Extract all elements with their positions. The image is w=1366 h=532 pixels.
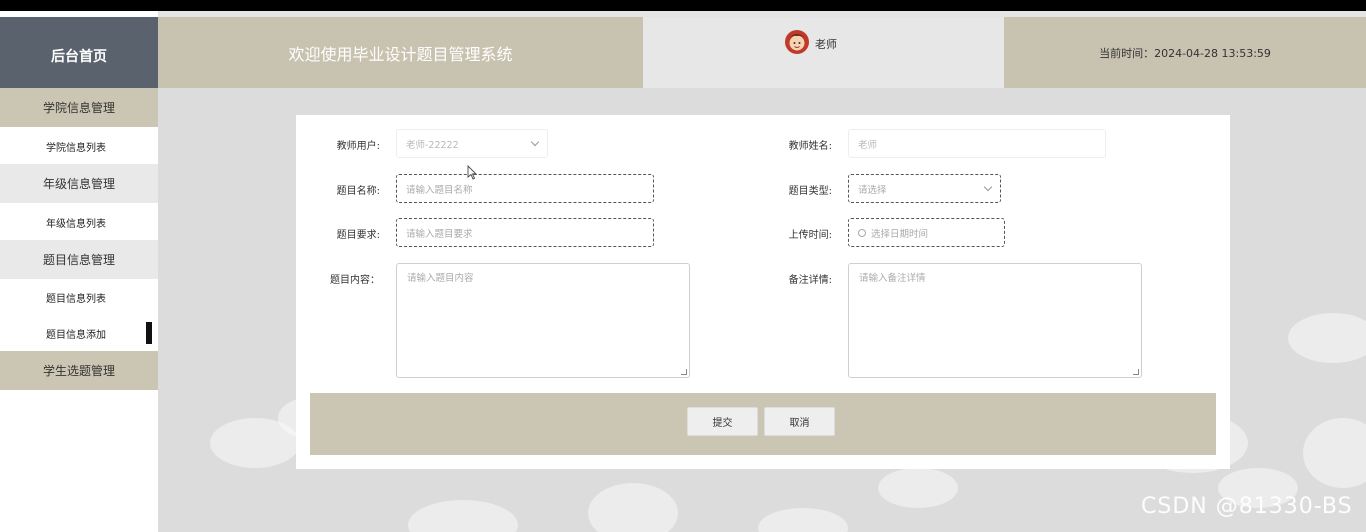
watermark: CSDN @81330-BS: [1141, 494, 1353, 519]
remarks-textarea[interactable]: 请输入备注详情: [848, 263, 1142, 378]
teacher-user-value: 老师-22222: [406, 139, 459, 151]
resize-grip-icon[interactable]: [1133, 369, 1139, 375]
teacher-name-value: 老师: [858, 139, 878, 151]
topic-type-select[interactable]: 请选择: [848, 174, 1001, 203]
teacher-name-field: 老师: [848, 129, 1106, 158]
sidebar-item-grade-list[interactable]: 年级信息列表: [0, 204, 152, 240]
remarks-placeholder: 请输入备注详情: [859, 273, 926, 284]
topic-name-label: 题目名称:: [336, 186, 380, 197]
avatar-icon[interactable]: [784, 28, 810, 56]
teacher-name-label: 教师姓名:: [788, 141, 832, 152]
submit-button[interactable]: 提交: [687, 407, 758, 436]
sidebar-item-college-list[interactable]: 学院信息列表: [0, 128, 152, 164]
topic-content-placeholder: 请输入题目内容: [407, 273, 474, 284]
sidebar-section-grade[interactable]: 年级信息管理: [0, 164, 158, 203]
remarks-label: 备注详情:: [788, 275, 832, 286]
teacher-user-label: 教师用户:: [336, 141, 380, 152]
topic-requirement-input[interactable]: 请输入题目要求: [396, 218, 654, 247]
upload-time-label: 上传时间:: [788, 230, 832, 241]
upload-time-placeholder: 选择日期时间: [871, 228, 929, 240]
sidebar-section-topic[interactable]: 题目信息管理: [0, 240, 158, 279]
topic-name-placeholder: 请输入题目名称: [406, 184, 473, 196]
topic-requirement-label: 题目要求:: [336, 230, 380, 241]
top-black-bar: [0, 0, 1366, 11]
sidebar: 后台首页 学院信息管理 学院信息列表 年级信息管理 年级信息列表 题目信息管理 …: [0, 11, 158, 532]
mouse-cursor-icon: [467, 165, 477, 180]
chevron-down-icon: [530, 137, 540, 147]
page-title: 欢迎使用毕业设计题目管理系统: [158, 17, 643, 88]
topic-content-textarea[interactable]: 请输入题目内容: [396, 263, 690, 378]
sidebar-section-college[interactable]: 学院信息管理: [0, 88, 158, 127]
resize-grip-icon[interactable]: [681, 369, 687, 375]
header: 欢迎使用毕业设计题目管理系统 老师 当前时间：2024-04-28 13:53:…: [158, 17, 1366, 88]
teacher-user-select: 老师-22222: [396, 129, 548, 158]
topic-name-input[interactable]: 请输入题目名称: [396, 174, 654, 203]
sidebar-item-topic-list[interactable]: 题目信息列表: [0, 279, 152, 315]
sidebar-brand-home[interactable]: 后台首页: [0, 17, 158, 99]
topic-form-card: 教师用户: 老师-22222 教师姓名: 老师 题目名称: 请输入题目名称 题目…: [296, 115, 1230, 469]
cancel-button[interactable]: 取消: [764, 407, 835, 436]
user-name[interactable]: 老师: [815, 36, 837, 52]
topic-type-placeholder: 请选择: [858, 184, 887, 196]
topic-type-label: 题目类型:: [788, 186, 832, 197]
user-panel[interactable]: 老师: [643, 17, 1004, 88]
current-time: 当前时间：2024-04-28 13:53:59: [1004, 17, 1366, 88]
topic-requirement-placeholder: 请输入题目要求: [406, 228, 473, 240]
upload-time-picker[interactable]: 选择日期时间: [848, 218, 1005, 247]
topic-content-label: 题目内容：: [330, 275, 380, 286]
clock-icon: [858, 228, 866, 237]
chevron-down-icon: [983, 182, 993, 192]
sidebar-section-student-select[interactable]: 学生选题管理: [0, 351, 158, 390]
form-action-bar: 提交 取消: [310, 393, 1216, 455]
sidebar-item-topic-add[interactable]: 题目信息添加: [0, 315, 152, 351]
